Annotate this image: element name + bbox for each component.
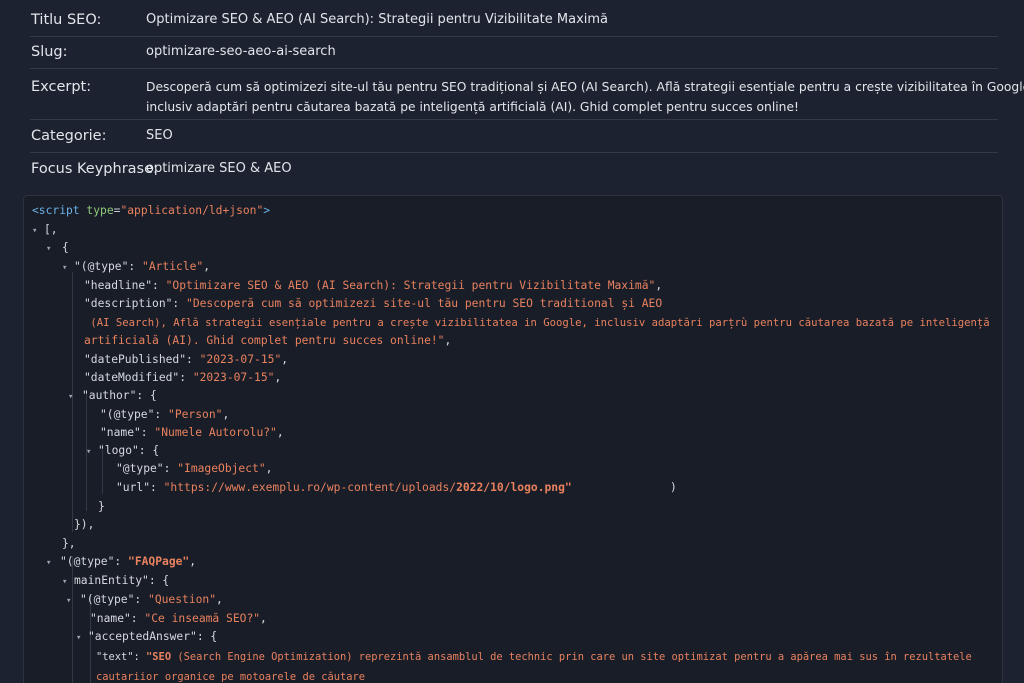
indent-guide [72, 556, 73, 683]
code-line-author-name: "name": "Numele Autorolu?", [100, 426, 284, 439]
slug-value[interactable]: optimizare-seo-aeo-ai-search [146, 42, 998, 62]
code-line-array-open: [, [44, 223, 58, 236]
indent-guide [72, 272, 73, 532]
excerpt-value[interactable]: Descoperă cum să optimizezi site-ul tău … [146, 77, 1024, 117]
code-line-logo: "logo": { [98, 444, 160, 457]
excerpt-label: Excerpt: [31, 79, 92, 95]
excerpt-row: Excerpt: Descoperă cum să optimizezi sit… [30, 77, 1024, 120]
code-line-close-author: }), [74, 518, 95, 531]
code-line-description-3: artificială (AI). Ghid complet pentru su… [84, 334, 452, 347]
code-line-accepted-answer: "acceptedAnswer": { [88, 630, 218, 643]
excerpt-line-2: inclusiv adaptări pentru căutarea bazată… [146, 100, 799, 114]
category-row: Categorie: SEO [30, 126, 998, 153]
code-line-author: "author": { [82, 389, 157, 402]
code-line-main-entity: mainEntity": { [74, 574, 170, 587]
code-line-close-logo: } [98, 500, 105, 513]
code-line-person-type: "(@type": "Person", [100, 408, 230, 421]
collapse-toggle-icon[interactable]: ▾ [86, 447, 91, 457]
code-line-date-published: "datePublished": "2023-07-15", [84, 353, 289, 366]
collapse-toggle-icon[interactable]: ▾ [46, 558, 51, 568]
slug-row: Slug: optimizare-seo-aeo-ai-search [30, 42, 998, 69]
code-line-object-open: { [62, 241, 69, 254]
focus-keyphrase-value[interactable]: optimizare SEO & AEO [146, 159, 998, 179]
code-line-question-name: "name": "Ce inseamă SEO?", [90, 612, 267, 625]
collapse-toggle-icon[interactable]: ▾ [62, 263, 67, 273]
collapse-toggle-icon[interactable]: ▾ [46, 244, 51, 254]
collapse-toggle-icon[interactable]: ▾ [66, 596, 71, 606]
code-line-image-type: "@type": "ImageObject", [116, 462, 273, 475]
collapse-toggle-icon[interactable]: ▾ [68, 392, 73, 402]
code-line-description-2: (AI Search), Află strategii esențiale pe… [84, 317, 990, 329]
code-line-answer-text-2: cautariior organice pe motoarele de căut… [96, 671, 365, 683]
category-value[interactable]: SEO [146, 126, 998, 146]
code-line-date-modified: "dateModified": "2023-07-15", [84, 371, 282, 384]
json-ld-code-viewer[interactable]: <script type="application/ld+json"> ▾ [,… [23, 195, 1003, 683]
collapse-toggle-icon[interactable]: ▾ [32, 226, 37, 236]
code-line-faq-type: "(@type": "FAQPage", [60, 555, 197, 568]
slug-label: Slug: [31, 44, 68, 60]
seo-title-row: Titlu SEO: Optimizare SEO & AEO (AI Sear… [30, 10, 998, 37]
code-line-article-type: "(@type": "Article", [74, 260, 211, 273]
excerpt-line-1: Descoperă cum să optimizezi site-ul tău … [146, 80, 1024, 94]
code-line-headline: "headline": "Optimizare SEO & AEO (AI Se… [84, 279, 663, 292]
code-line-question-type: "(@type": "Question", [80, 593, 223, 606]
code-line-description: "description": "Descoperă cum să optimiz… [84, 297, 663, 310]
code-line-close-article: }, [62, 537, 76, 550]
code-line-logo-url: "url": "https://www.exemplu.ro/wp-conten… [116, 481, 572, 494]
focus-keyphrase-label: Focus Keyphrase: [31, 161, 158, 177]
collapse-toggle-icon[interactable]: ▾ [76, 633, 81, 643]
focus-keyphrase-row: Focus Keyphrase: optimizare SEO & AEO [30, 159, 998, 184]
code-line-url-tail: ) [670, 481, 677, 494]
code-line-script-open: <script type="application/ld+json"> [32, 204, 271, 217]
category-label: Categorie: [31, 128, 107, 144]
code-line-answer-text: "text": "SEO (Search Engine Optimization… [96, 651, 972, 663]
seo-title-label: Titlu SEO: [31, 12, 102, 28]
seo-title-value[interactable]: Optimizare SEO & AEO (AI Search): Strate… [146, 10, 998, 30]
collapse-toggle-icon[interactable]: ▾ [62, 577, 67, 587]
